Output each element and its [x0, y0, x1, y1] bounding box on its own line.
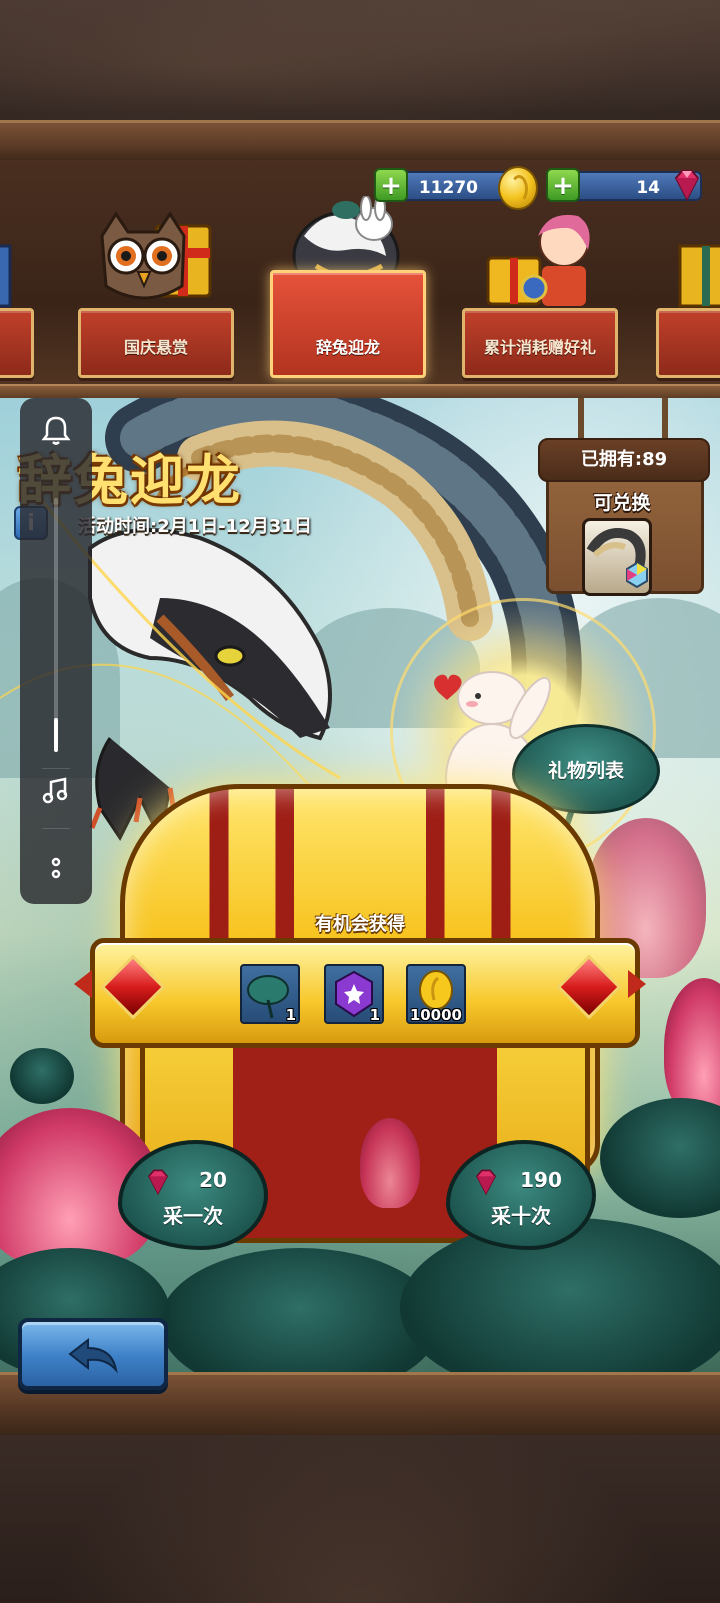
side-overlay-panel	[20, 398, 92, 904]
volume-slider-track[interactable]	[54, 498, 58, 752]
tab-plate	[270, 270, 426, 378]
reward-item[interactable]: 1	[324, 964, 384, 1024]
lotus-leaf-icon	[446, 1140, 596, 1250]
pick-ten-label: 采十次	[491, 1204, 551, 1228]
exchangeable-label: 可兑换	[593, 492, 651, 514]
owned-count: 已拥有:89	[538, 438, 710, 482]
divider	[42, 828, 70, 829]
gift-box-icon	[678, 244, 720, 308]
add-coins-button[interactable]: +	[374, 168, 408, 202]
event-time: 活动时间:2月1日-12月31日	[78, 516, 312, 537]
reward-count: 1	[369, 1006, 380, 1024]
ruby-gem-icon	[674, 170, 700, 202]
tab-label: 辞兔迎龙	[315, 338, 380, 357]
lotus-bud	[360, 1118, 420, 1208]
pick-once-label: 采一次	[163, 1204, 223, 1228]
dragon-card-icon	[586, 528, 648, 589]
tab-plate	[0, 308, 34, 378]
rope	[662, 398, 668, 438]
gift-box-icon	[0, 244, 12, 308]
spike-left	[74, 970, 92, 998]
reward-count: 1	[285, 1006, 296, 1024]
lotus-leaf-icon	[118, 1140, 268, 1250]
tab-partial-left[interactable]	[0, 160, 40, 388]
back-button[interactable]	[18, 1318, 168, 1390]
event-stage: 辞兔迎龙 i 活动时间:2月1日-12月31日 已拥有:89 可兑换	[0, 398, 720, 1372]
top-frame	[0, 0, 720, 166]
pick-once-button[interactable]: 20 采一次	[118, 1140, 268, 1250]
bottom-frame	[0, 1372, 720, 1603]
rope	[578, 398, 584, 438]
coin-balance: 11270 +	[374, 166, 538, 210]
owl-gift-icon	[100, 211, 212, 300]
tab-national-day-bounty[interactable]: 国庆悬赏	[72, 160, 240, 388]
pick-once-cost: 20	[199, 1168, 227, 1192]
gift-character-icon	[486, 214, 590, 306]
ruby-gem-icon	[147, 1169, 169, 1196]
exchange-item-slot[interactable]	[582, 518, 652, 596]
more-dots-icon[interactable]	[36, 848, 76, 888]
reward-count: 10000	[409, 1006, 462, 1024]
spike-right	[628, 970, 646, 998]
add-gems-button[interactable]: +	[546, 168, 580, 202]
tab-plate	[656, 308, 720, 378]
volume-slider-fill	[54, 718, 58, 752]
pick-ten-button[interactable]: 190 采十次	[446, 1140, 596, 1250]
chance-title: 有机会获得	[315, 914, 405, 935]
exchange-sign[interactable]: 已拥有:89 可兑换	[538, 398, 710, 598]
tab-label: 国庆悬赏	[123, 338, 188, 357]
lotus-leaf	[10, 1048, 74, 1104]
gift-list-label: 礼物列表	[547, 760, 624, 782]
tab-label: 累计消耗赠好礼	[483, 338, 596, 357]
bell-icon[interactable]	[36, 410, 76, 450]
divider	[42, 768, 70, 769]
gem-balance: 14 +	[546, 168, 716, 204]
reward-item[interactable]: 1	[240, 964, 300, 1024]
gold-coin-icon	[498, 166, 538, 210]
pick-ten-cost: 190	[520, 1168, 562, 1192]
music-note-icon[interactable]	[36, 770, 76, 810]
reward-item[interactable]: 10000	[406, 964, 466, 1024]
back-arrow-icon	[68, 1337, 118, 1374]
ruby-gem-icon	[475, 1169, 497, 1196]
